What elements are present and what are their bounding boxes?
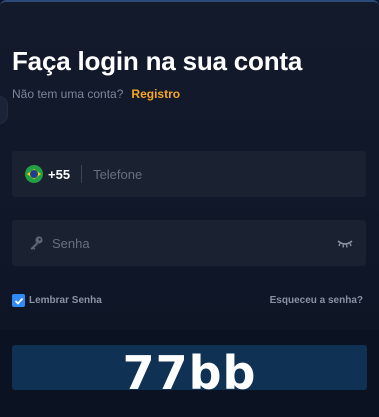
phone-input-placeholder[interactable]: Telefone <box>93 167 142 182</box>
field-divider <box>81 165 83 183</box>
password-field[interactable]: Senha <box>12 220 366 266</box>
no-account-text: Não tem uma conta? <box>12 87 124 101</box>
page-title: Faça login na sua conta <box>12 46 303 76</box>
login-button[interactable] <box>12 345 367 390</box>
register-prompt: Não tem uma conta? Registro <box>12 87 180 101</box>
register-link[interactable]: Registro <box>131 87 180 101</box>
remember-checkbox[interactable] <box>12 294 25 307</box>
brazil-flag-icon[interactable] <box>25 165 43 183</box>
forgot-password-link[interactable]: Esqueceu a senha? <box>270 295 363 306</box>
phone-field[interactable]: +55 Telefone <box>12 151 366 197</box>
password-input-placeholder[interactable]: Senha <box>52 236 336 251</box>
login-panel: Faça login na sua conta Não tem uma cont… <box>0 0 379 417</box>
eye-closed-icon[interactable] <box>336 237 354 249</box>
country-code[interactable]: +55 <box>48 167 70 182</box>
checkmark-icon <box>14 297 23 305</box>
remember-password-toggle[interactable]: Lembrar Senha <box>12 294 102 307</box>
side-handle[interactable] <box>0 96 8 124</box>
key-icon <box>30 236 43 250</box>
remember-label: Lembrar Senha <box>29 295 102 306</box>
